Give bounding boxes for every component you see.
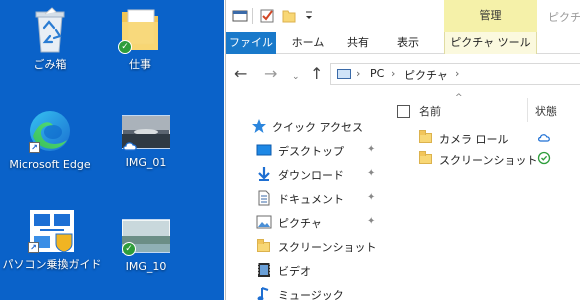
- sync-check-icon: ✓: [118, 40, 132, 54]
- sync-check-icon: ✓: [122, 242, 136, 256]
- desktop-icon-pc-transfer-guide[interactable]: ↗ パソコン乗換ガイド: [2, 208, 102, 271]
- navigation-bar: ← → ⌄ ↑ › PC › ピクチャ ›: [226, 54, 580, 94]
- download-icon: [258, 167, 270, 181]
- recycle-bin-icon: [35, 7, 65, 53]
- desktop: ごみ箱 ✓ 仕事 ↗ Microsoft Edge IMG_01 ↗ パソコン乗…: [0, 0, 224, 300]
- nav-item-music[interactable]: ミュージック: [226, 282, 386, 300]
- desktop-icon-label: IMG_10: [125, 260, 167, 273]
- customize-dropdown-icon[interactable]: [304, 8, 314, 24]
- desktop-icon-edge[interactable]: ↗ Microsoft Edge: [0, 108, 100, 171]
- forward-button[interactable]: →: [264, 66, 277, 82]
- file-explorer-window: 管理 ピクチャ ファイル ホーム 共有 表示 ピクチャ ツール ← → ⌄ ↑ …: [225, 0, 580, 300]
- pin-icon[interactable]: ✦: [367, 144, 375, 155]
- address-separator: ›: [356, 67, 361, 80]
- window-title: ピクチャ: [548, 11, 580, 24]
- desktop-icon-work-folder[interactable]: ✓ 仕事: [90, 6, 190, 71]
- tab-view[interactable]: 表示: [382, 32, 434, 54]
- column-name-header[interactable]: 名前: [419, 103, 441, 119]
- pin-icon[interactable]: ✦: [367, 192, 375, 203]
- nav-item-pictures[interactable]: ピクチャ ✦: [226, 210, 386, 234]
- tab-file[interactable]: ファイル: [226, 32, 276, 54]
- nav-item-label: クイック アクセス: [272, 121, 363, 134]
- folder-icon: [256, 238, 272, 254]
- desktop-icon: [256, 144, 272, 156]
- desktop-icon-img-01[interactable]: IMG_01: [96, 112, 196, 169]
- desktop-icon-label: IMG_01: [125, 156, 167, 169]
- desktop-icon-label: ごみ箱: [33, 58, 67, 71]
- nav-item-label: ドキュメント: [278, 193, 344, 206]
- cloud-icon: [123, 142, 137, 151]
- tab-home[interactable]: ホーム: [282, 32, 334, 54]
- sort-ascending-icon: ^: [455, 93, 463, 103]
- column-divider[interactable]: [527, 98, 528, 122]
- address-separator: ›: [391, 67, 396, 80]
- up-button[interactable]: ↑: [310, 66, 323, 82]
- new-folder-icon[interactable]: [281, 8, 297, 24]
- tab-manage[interactable]: 管理: [444, 0, 537, 32]
- tab-share[interactable]: 共有: [336, 32, 380, 54]
- nav-item-videos[interactable]: ビデオ: [226, 258, 386, 282]
- nav-quick-access[interactable]: クイック アクセス: [226, 114, 386, 138]
- music-icon: [257, 287, 269, 300]
- address-bar[interactable]: › PC › ピクチャ ›: [330, 63, 580, 85]
- video-icon: [258, 263, 270, 277]
- back-button[interactable]: ←: [234, 66, 247, 82]
- nav-item-downloads[interactable]: ダウンロード ✦: [226, 162, 386, 186]
- ribbon-tabs: ファイル ホーム 共有 表示 ピクチャ ツール: [226, 32, 580, 54]
- document-icon: [258, 190, 270, 206]
- star-icon: [252, 119, 266, 133]
- address-separator: ›: [455, 67, 460, 80]
- desktop-icon-img-10[interactable]: ✓ IMG_10: [96, 216, 196, 273]
- desktop-icon-label: 仕事: [129, 58, 151, 71]
- cloud-icon: [538, 134, 550, 142]
- properties-icon[interactable]: [232, 8, 248, 24]
- nav-item-label: ダウンロード: [278, 169, 344, 182]
- recent-locations-button[interactable]: ⌄: [292, 69, 300, 85]
- pin-icon[interactable]: ✦: [367, 168, 375, 179]
- tab-picture-tools[interactable]: ピクチャ ツール: [444, 32, 537, 54]
- checkmark-icon[interactable]: [259, 8, 275, 24]
- folder-icon: [419, 151, 433, 165]
- select-all-checkbox[interactable]: [397, 105, 410, 118]
- navigation-pane: クイック アクセス デスクトップ ✦ ダウンロード ✦ ドキュメント ✦ ピクチ…: [226, 94, 386, 300]
- qa-separator: [252, 8, 253, 24]
- nav-item-documents[interactable]: ドキュメント ✦: [226, 186, 386, 210]
- desktop-icon-label: パソコン乗換ガイド: [2, 258, 102, 271]
- breadcrumb-pictures[interactable]: ピクチャ: [404, 67, 448, 83]
- synced-check-icon: [537, 151, 551, 165]
- nav-item-label: ビデオ: [278, 265, 311, 278]
- nav-item-label: スクリーンショット: [278, 241, 377, 254]
- nav-item-screenshots[interactable]: スクリーンショット: [226, 234, 386, 258]
- breadcrumb-pc[interactable]: PC: [370, 67, 384, 80]
- desktop-icon-recycle-bin[interactable]: ごみ箱: [0, 6, 100, 71]
- title-bar: 管理 ピクチャ: [226, 0, 580, 32]
- nav-item-label: ミュージック: [278, 289, 344, 300]
- column-status-header[interactable]: 状態: [535, 103, 557, 119]
- file-list: ^ 名前 状態 カメラ ロール スクリーンショット: [386, 93, 580, 300]
- column-header: ^ 名前 状態: [386, 93, 580, 126]
- desktop-icon-label: Microsoft Edge: [9, 158, 91, 171]
- item-name: スクリーンショット: [439, 154, 538, 167]
- item-name: カメラ ロール: [439, 133, 509, 146]
- shortcut-arrow-icon: ↗: [28, 242, 39, 253]
- pin-icon[interactable]: ✦: [367, 216, 375, 227]
- list-item[interactable]: スクリーンショット: [386, 149, 580, 169]
- list-item[interactable]: カメラ ロール: [386, 128, 580, 148]
- nav-item-desktop[interactable]: デスクトップ ✦: [226, 138, 386, 162]
- pc-icon: [337, 69, 351, 79]
- shortcut-arrow-icon: ↗: [29, 142, 40, 153]
- folder-icon: [419, 130, 433, 144]
- nav-item-label: デスクトップ: [278, 145, 344, 158]
- pictures-icon: [256, 215, 272, 229]
- nav-item-label: ピクチャ: [278, 217, 322, 230]
